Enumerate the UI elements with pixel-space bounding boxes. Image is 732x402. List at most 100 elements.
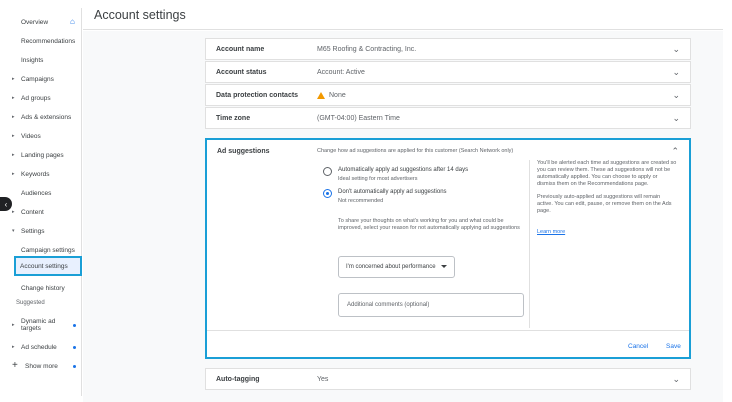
page-header: Account settings — [83, 0, 723, 30]
setting-row-account-name[interactable]: Account name M65 Roofing & Contracting, … — [205, 38, 691, 60]
sidebar-item-label: Account settings — [20, 262, 68, 270]
dropdown-arrow-icon — [441, 265, 447, 268]
setting-label: Data protection contacts — [216, 91, 299, 99]
comments-placeholder: Additional comments (optional) — [347, 302, 430, 308]
caret-right-icon: ▸ — [12, 114, 15, 120]
sidebar-item-ads-extensions[interactable]: ▸ Ads & extensions — [6, 109, 82, 125]
chevron-down-icon[interactable]: ⌄ — [672, 90, 680, 101]
caret-right-icon: ▸ — [12, 171, 15, 177]
ad-suggestions-description: Change how ad suggestions are applied fo… — [317, 148, 514, 154]
feedback-text: To share your thoughts on what's working… — [338, 218, 520, 231]
page-title: Account settings — [94, 8, 186, 22]
sidebar-item-campaigns[interactable]: ▸ Campaigns — [6, 71, 82, 87]
new-dot-icon — [73, 364, 76, 368]
setting-value: (GMT-04:00) Eastern Time — [317, 114, 400, 122]
auto-apply-sub: Ideal setting for most advertisers — [338, 176, 418, 182]
info-paragraph: You'll be alerted each time ad suggestio… — [537, 160, 677, 187]
sidebar-item-label: Overview — [21, 18, 49, 26]
setting-row-account-status[interactable]: Account status Account: Active ⌄ — [205, 61, 691, 83]
chevron-down-icon[interactable]: ⌄ — [672, 374, 680, 385]
setting-label: Account name — [216, 45, 265, 53]
chevron-down-icon[interactable]: ⌄ — [672, 113, 680, 124]
setting-value-wrapper: None — [317, 91, 346, 99]
caret-right-icon: ▸ — [12, 76, 15, 82]
sidebar-suggested-heading: Suggested — [16, 300, 45, 306]
sidebar-item-recommendations[interactable]: Recommendations — [6, 33, 82, 49]
setting-label: Time zone — [216, 114, 251, 122]
chevron-down-icon[interactable]: ⌄ — [672, 67, 680, 78]
setting-row-data-protection[interactable]: Data protection contacts None ⌄ — [205, 84, 691, 106]
sidebar-item-label: Audiences — [21, 189, 52, 197]
sidebar-item-label: Recommendations — [21, 37, 76, 45]
info-paragraph: Previously auto-applied ad suggestions w… — [537, 194, 672, 214]
plus-icon: + — [12, 360, 18, 371]
sidebar-item-videos[interactable]: ▸ Videos — [6, 128, 82, 144]
sidebar-item-label: Ad schedule — [21, 343, 57, 351]
sidebar-item-label: Videos — [21, 132, 41, 140]
auto-apply-label: Automatically apply ad suggestions after… — [338, 167, 469, 173]
caret-right-icon: ▸ — [12, 95, 15, 101]
setting-label: Account status — [216, 68, 267, 76]
sidebar-item-ad-schedule[interactable]: ▸ Ad schedule — [6, 339, 82, 355]
no-auto-apply-sub: Not recommended — [338, 198, 384, 204]
ad-suggestions-panel: Ad suggestions Change how ad suggestions… — [205, 138, 691, 359]
auto-apply-radio[interactable] — [323, 167, 332, 176]
sidebar-item-settings[interactable]: ▾ Settings — [6, 223, 82, 239]
comments-field[interactable]: Additional comments (optional) — [338, 293, 524, 317]
setting-value: Yes — [317, 375, 329, 383]
chevron-down-icon[interactable]: ⌄ — [672, 44, 680, 55]
warning-icon — [317, 91, 325, 99]
sidebar-item-label: Settings — [21, 227, 45, 235]
sidebar-item-landing-pages[interactable]: ▸ Landing pages — [6, 147, 82, 163]
caret-right-icon: ▸ — [12, 152, 15, 158]
new-dot-icon — [73, 323, 76, 327]
setting-label: Auto-tagging — [216, 375, 260, 383]
sidebar-item-label: Show more — [25, 362, 58, 370]
sidebar-item-overview[interactable]: Overview ⌂ — [6, 14, 82, 30]
caret-right-icon: ▸ — [12, 209, 15, 215]
sidebar-item-dynamic-ad-targets[interactable]: ▸ Dynamic ad targets — [6, 314, 82, 336]
home-icon: ⌂ — [70, 17, 75, 26]
sidebar-item-label: Insights — [21, 56, 44, 64]
caret-right-icon: ▸ — [12, 321, 15, 328]
reason-selected: I'm concerned about performance — [346, 264, 436, 270]
reason-dropdown[interactable]: I'm concerned about performance — [338, 256, 455, 278]
sidebar-item-insights[interactable]: Insights — [6, 52, 82, 68]
ad-suggestions-label: Ad suggestions — [217, 148, 270, 155]
chevron-up-icon[interactable]: ⌃ — [671, 146, 679, 157]
setting-row-time-zone[interactable]: Time zone (GMT-04:00) Eastern Time ⌄ — [205, 107, 691, 129]
sidebar-item-label: Dynamic ad targets — [21, 318, 56, 332]
sidebar-item-label: Ads & extensions — [21, 113, 72, 121]
sidebar-item-label: Ad groups — [21, 94, 51, 102]
sidebar-item-label: Keywords — [21, 170, 50, 178]
learn-more-link[interactable]: Learn more — [537, 229, 565, 235]
caret-right-icon: ▸ — [12, 344, 15, 350]
sidebar-item-label: Content — [21, 208, 44, 216]
horizontal-divider — [207, 330, 689, 331]
sidebar-item-content[interactable]: ▸ Content — [6, 204, 82, 220]
setting-row-auto-tagging[interactable]: Auto-tagging Yes ⌄ — [205, 368, 691, 390]
no-auto-apply-radio[interactable] — [323, 189, 332, 198]
sidebar-item-label: Campaigns — [21, 75, 54, 83]
setting-value: Account: Active — [317, 68, 365, 76]
no-auto-apply-label: Don't automatically apply ad suggestions — [338, 189, 447, 195]
sidebar-item-account-settings[interactable]: Account settings — [14, 256, 82, 276]
sidebar-item-show-more[interactable]: + Show more — [6, 358, 82, 374]
sidebar-item-label: Change history — [21, 284, 65, 292]
vertical-divider — [529, 160, 530, 328]
cancel-button[interactable]: Cancel — [628, 343, 648, 350]
new-dot-icon — [73, 345, 76, 349]
setting-value: None — [329, 91, 346, 99]
sidebar-item-change-history[interactable]: Change history — [6, 280, 82, 296]
setting-value: M65 Roofing & Contracting, Inc. — [317, 45, 417, 53]
save-button[interactable]: Save — [666, 343, 681, 350]
sidebar-item-label: Landing pages — [21, 151, 64, 159]
sidebar-item-ad-groups[interactable]: ▸ Ad groups — [6, 90, 82, 106]
sidebar: Overview ⌂ Recommendations Insights ▸ Ca… — [6, 8, 82, 396]
caret-right-icon: ▸ — [12, 133, 15, 139]
sidebar-item-keywords[interactable]: ▸ Keywords — [6, 166, 82, 182]
sidebar-item-label: Campaign settings — [21, 246, 75, 254]
info-text: You'll be alerted each time ad suggestio… — [537, 160, 677, 221]
caret-down-icon: ▾ — [12, 228, 15, 234]
sidebar-item-audiences[interactable]: Audiences — [6, 185, 82, 201]
